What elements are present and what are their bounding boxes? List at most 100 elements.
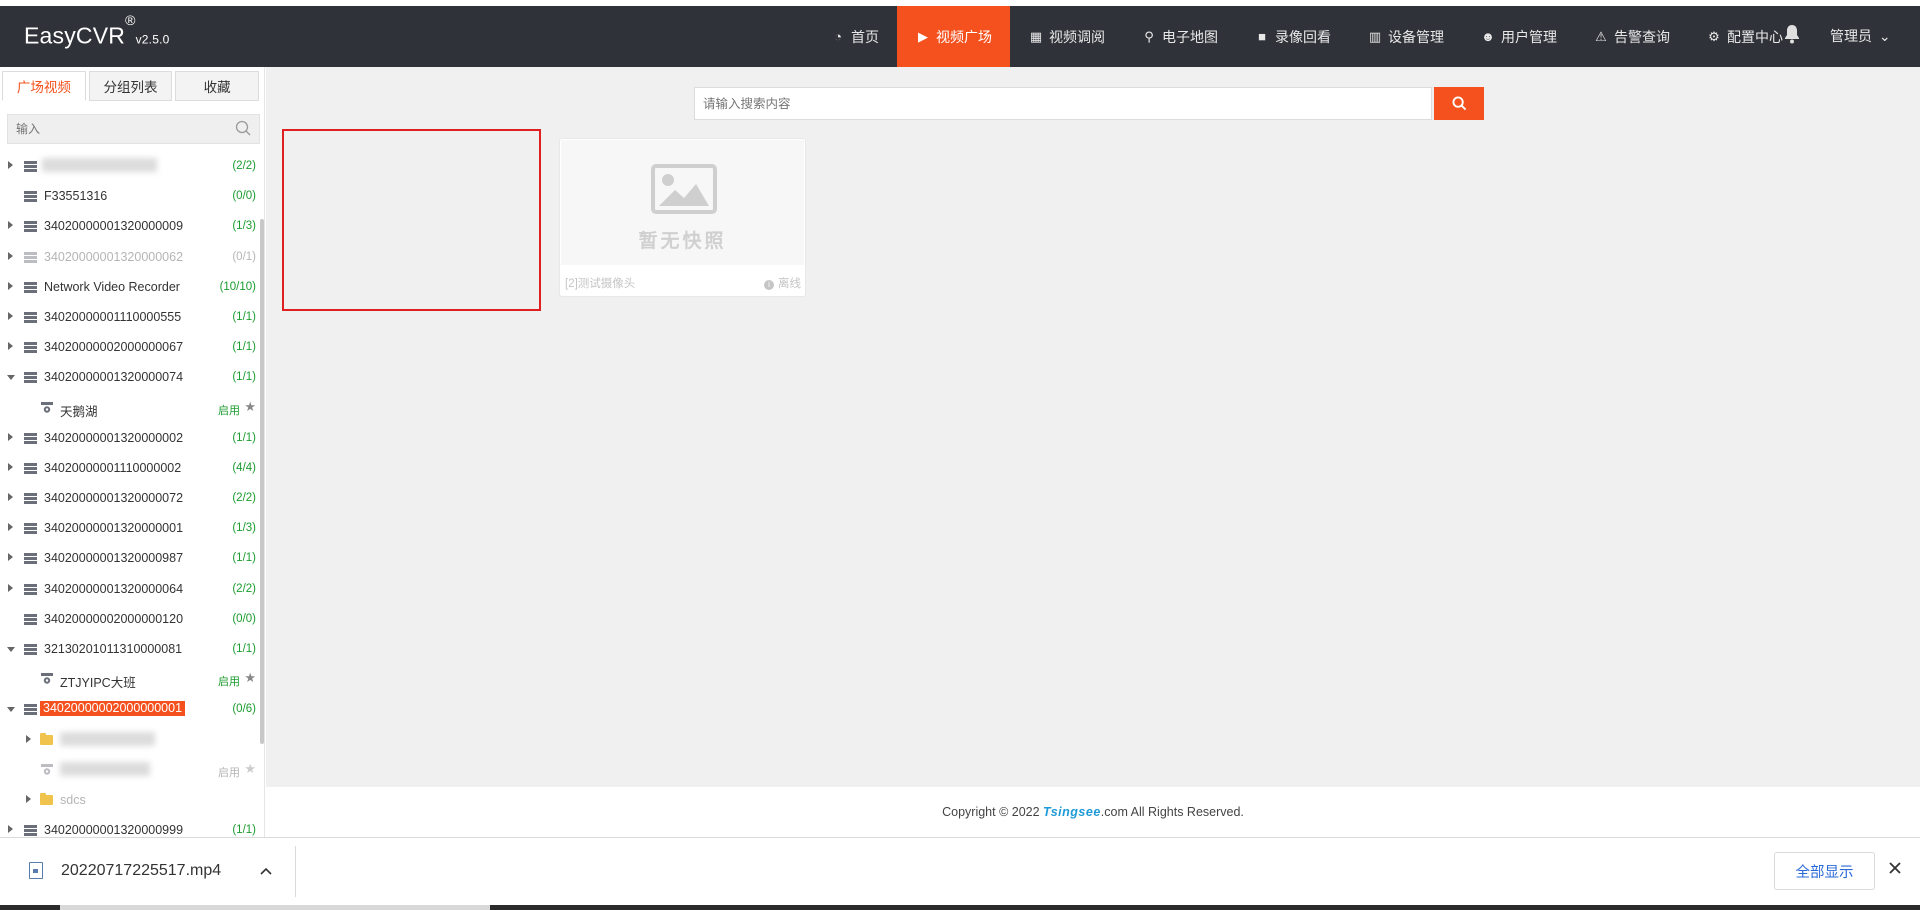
caret-down-icon[interactable] <box>7 647 15 652</box>
nav-item-label: 告警查询 <box>1614 28 1670 45</box>
tree-device-node[interactable]: Network Video Recorder (10/10) <box>0 272 262 302</box>
tree-folder-node[interactable] <box>0 725 262 755</box>
search-icon[interactable] <box>235 120 251 136</box>
star-icon[interactable]: ★ <box>244 761 256 777</box>
download-bar: 20220717225517.mp4 全部显示 <box>0 837 1920 905</box>
caret-down-icon[interactable] <box>7 375 15 381</box>
star-icon[interactable]: ★ <box>244 399 256 415</box>
tree-device-node[interactable]: 32130201011310000081 (1/1) <box>0 634 262 664</box>
tab-0[interactable]: 广场视频 <box>2 71 86 101</box>
main-search-input[interactable] <box>695 88 1375 119</box>
redacted-label <box>60 731 155 746</box>
enabled-status: 启用 <box>218 676 240 689</box>
caret-right-icon[interactable] <box>8 493 13 502</box>
nav-item-7[interactable]: ⚠ 告警查询 <box>1575 6 1688 67</box>
alarm-light-icon: ⚠ <box>1595 28 1607 44</box>
gear-icon: ⚙ <box>1708 28 1720 44</box>
node-label: 32130201011310000081 <box>44 642 183 656</box>
channel-count: (1/1) <box>232 643 256 655</box>
tree-camera-node[interactable]: ZTJYIPC大班 启用 ★ <box>0 664 262 694</box>
caret-right-icon[interactable] <box>8 825 13 834</box>
tree-device-node[interactable]: 34020000002000000120 (0/0) <box>0 604 262 634</box>
nav-item-4[interactable]: ■ 录像回看 <box>1236 6 1349 67</box>
registered-mark: ® <box>125 12 136 28</box>
tree-device-node[interactable]: 34020000001110000555 (1/1) <box>0 302 262 332</box>
caret-right-icon[interactable] <box>8 251 13 260</box>
channel-count: (2/2) <box>232 492 256 505</box>
channel-count: (1/1) <box>232 341 256 354</box>
close-icon[interactable] <box>1888 858 1902 881</box>
tree-search-input[interactable] <box>8 115 228 143</box>
device-icon <box>24 613 37 625</box>
main-search-button[interactable] <box>1434 87 1484 120</box>
sidebar: 广场视频分组列表收藏 (2/2)F33551316(0/0)3402000000… <box>0 67 265 837</box>
tree-device-node[interactable]: 34020000002000000001 (0/6) <box>0 694 262 724</box>
nav-item-2[interactable]: ▦ 视频调阅 <box>1010 6 1123 67</box>
tree-camera-node[interactable]: 启用 ★ <box>0 755 262 785</box>
bell-icon[interactable] <box>1783 24 1801 50</box>
nav-item-label: 电子地图 <box>1162 28 1218 45</box>
tree-folder-node[interactable]: sdcs <box>0 785 262 815</box>
caret-right-icon[interactable] <box>26 794 31 803</box>
tree-device-node[interactable]: 34020000001320000002 (1/1) <box>0 423 262 453</box>
tree-device-node[interactable]: 34020000001320000001 (1/3) <box>0 513 262 543</box>
tree-device-node[interactable]: (2/2) <box>0 151 262 181</box>
nav-item-6[interactable]: ☻ 用户管理 <box>1462 6 1575 67</box>
caret-right-icon[interactable] <box>8 221 13 230</box>
nav-item-3[interactable]: ⚲ 电子地图 <box>1123 6 1236 67</box>
user-menu[interactable]: 管理员 ⌄ <box>1830 26 1891 46</box>
tree-device-node[interactable]: 34020000001320000999 (1/1) <box>0 815 262 837</box>
app-logo[interactable]: EasyCVR® v2.5.0 <box>24 12 170 50</box>
camera-status-text: 离线 <box>778 278 801 290</box>
sidebar-tabs: 广场视频 分组列表 收藏 <box>2 71 262 103</box>
nav-item-0[interactable]: ◔ 首页 <box>812 6 897 67</box>
tree-camera-node[interactable]: 天鹅湖 启用 ★ <box>0 393 262 423</box>
tree-device-node[interactable]: 34020000001320000009 (1/3) <box>0 211 262 241</box>
redacted-label <box>42 158 157 172</box>
tree-device-node[interactable]: 34020000001320000072 (2/2) <box>0 483 262 513</box>
channel-count: (1/1) <box>232 310 256 323</box>
caret-right-icon[interactable] <box>8 161 13 169</box>
camera-card[interactable]: 暂无快照 [2]测试摄像头 i 离线 <box>559 138 806 297</box>
caret-right-icon[interactable] <box>8 553 13 562</box>
tree-device-node[interactable]: 34020000001320000987 (1/1) <box>0 543 262 573</box>
channel-count: (0/6) <box>232 703 256 716</box>
node-label: Network Video Recorder <box>44 279 180 294</box>
device-icon <box>24 372 37 384</box>
sidebar-scrollbar[interactable] <box>260 219 264 744</box>
device-icon <box>24 825 37 837</box>
brand-link[interactable]: Tsingsee <box>1043 805 1101 819</box>
tree-device-node[interactable]: F33551316 (0/0) <box>0 181 262 211</box>
main-search <box>694 87 1432 120</box>
tab-1[interactable]: 分组列表 <box>88 71 173 101</box>
device-icon <box>24 161 37 172</box>
tree-device-node[interactable]: 34020000001320000064 (2/2) <box>0 574 262 604</box>
tree-device-node[interactable]: 34020000002000000067 (1/1) <box>0 332 262 362</box>
nav-item-5[interactable]: ▥ 设备管理 <box>1349 6 1462 67</box>
taskbar-item[interactable] <box>60 905 490 910</box>
download-filename[interactable]: 20220717225517.mp4 <box>61 862 221 880</box>
chevron-up-icon[interactable] <box>260 862 272 878</box>
tree-device-node[interactable]: 34020000001320000062 (0/1) <box>0 242 262 272</box>
device-icon <box>24 704 37 716</box>
device-icon <box>24 432 37 444</box>
caret-right-icon[interactable] <box>8 281 13 290</box>
taskbar <box>0 905 1920 910</box>
show-all-button[interactable]: 全部显示 <box>1774 852 1875 890</box>
caret-right-icon[interactable] <box>8 342 13 351</box>
caret-right-icon[interactable] <box>8 523 13 532</box>
device-icon <box>24 191 37 203</box>
tab-2[interactable]: 收藏 <box>175 71 260 101</box>
caret-right-icon[interactable] <box>8 583 13 592</box>
tree-device-node[interactable]: 34020000001110000002 (4/4) <box>0 453 262 483</box>
caret-right-icon[interactable] <box>8 462 13 471</box>
caret-right-icon[interactable] <box>8 432 13 441</box>
caret-right-icon[interactable] <box>8 311 13 320</box>
caret-right-icon[interactable] <box>26 734 31 743</box>
star-icon[interactable]: ★ <box>244 670 256 686</box>
nav-item-1[interactable]: ▶ 视频广场 <box>897 6 1010 67</box>
tree-device-node[interactable]: 34020000001320000074 (1/1) <box>0 362 262 392</box>
caret-down-icon[interactable] <box>7 707 15 713</box>
channel-count: (0/0) <box>232 190 256 203</box>
node-label: 34020000001320000001 <box>44 521 184 536</box>
